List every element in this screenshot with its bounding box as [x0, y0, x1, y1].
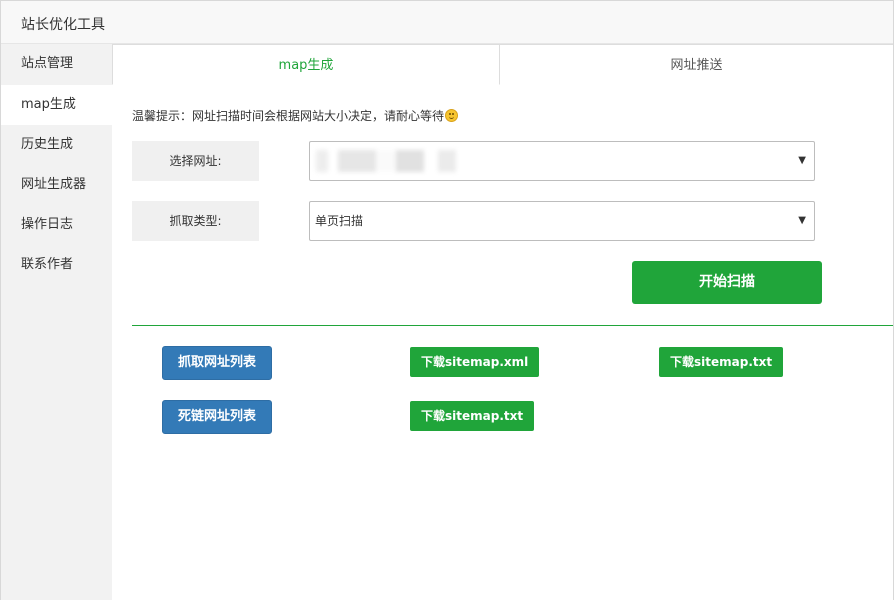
- start-scan-button[interactable]: 开始扫描: [632, 261, 822, 304]
- section-divider: [132, 325, 893, 326]
- site-select[interactable]: ▼: [309, 141, 815, 181]
- tab-url-push[interactable]: 网址推送: [500, 44, 893, 85]
- smiley-icon: [445, 109, 459, 122]
- caret-down-icon: ▼: [798, 215, 806, 226]
- tip-message: 温馨提示：网址扫描时间会根据网站大小决定，请耐心等待: [132, 107, 459, 124]
- sidebar: 站点管理 map生成 历史生成 网址生成器 操作日志 联系作者: [1, 44, 112, 600]
- crawl-type-value: 单页扫描: [315, 214, 364, 228]
- site-value-redacted: [316, 150, 456, 172]
- app-window: 站长优化工具 站点管理 map生成 历史生成 网址生成器 操作日志 联系作者 m…: [0, 0, 894, 600]
- site-select-label: 选择网址:: [132, 141, 259, 181]
- sidebar-item-operation-log[interactable]: 操作日志: [1, 205, 112, 245]
- tab-map-generate[interactable]: map生成: [112, 44, 500, 85]
- title-bar: 站长优化工具: [1, 1, 893, 44]
- tip-text: 温馨提示：网址扫描时间会根据网站大小决定，请耐心等待: [132, 109, 445, 123]
- sidebar-item-url-generator[interactable]: 网址生成器: [1, 165, 112, 205]
- caret-down-icon: ▼: [798, 155, 806, 166]
- dead-link-list-button[interactable]: 死链网址列表: [162, 400, 272, 434]
- sidebar-item-map-generate[interactable]: map生成: [1, 85, 112, 125]
- download-sitemap-txt-button[interactable]: 下载sitemap.txt: [410, 401, 535, 431]
- download-sitemap-txt-button-2[interactable]: 下载sitemap.txt: [659, 347, 784, 377]
- main-panel: map生成 网址推送 温馨提示：网址扫描时间会根据网站大小决定，请耐心等待 选择…: [112, 44, 893, 600]
- sidebar-item-site-management[interactable]: 站点管理: [1, 44, 112, 84]
- crawl-type-select[interactable]: 单页扫描 ▼: [309, 201, 815, 241]
- tab-bar: map生成 网址推送: [112, 44, 893, 85]
- window-title: 站长优化工具: [21, 17, 105, 33]
- crawl-type-label: 抓取类型:: [132, 201, 259, 241]
- download-sitemap-xml-button[interactable]: 下载sitemap.xml: [410, 347, 540, 377]
- sidebar-item-history[interactable]: 历史生成: [1, 125, 112, 165]
- crawl-url-list-button[interactable]: 抓取网址列表: [162, 346, 272, 380]
- sidebar-item-contact-author[interactable]: 联系作者: [1, 245, 112, 285]
